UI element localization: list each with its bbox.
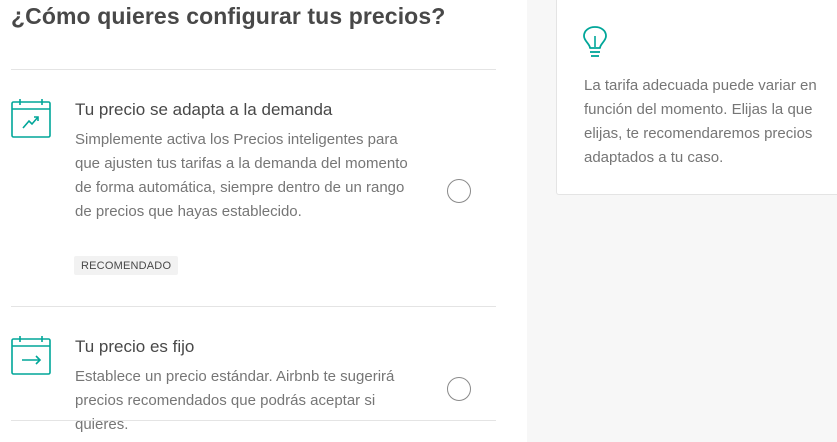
option-fixed-pricing[interactable]: Tu precio es fijo Establece un precio es… xyxy=(11,335,496,442)
page-title: ¿Cómo quieres configurar tus precios? xyxy=(11,3,446,29)
option-description: Establece un precio estándar. Airbnb te … xyxy=(75,368,395,433)
calendar-arrow-icon xyxy=(11,336,51,375)
option-description: Simplemente activa los Precios inteligen… xyxy=(75,131,408,220)
lightbulb-icon xyxy=(583,26,607,57)
divider xyxy=(11,69,496,70)
recommended-badge: RECOMENDADO xyxy=(74,256,179,275)
option-title: Tu precio se adapta a la demanda xyxy=(75,100,333,119)
calendar-trend-icon xyxy=(11,99,51,138)
option-radio[interactable] xyxy=(447,179,471,203)
divider xyxy=(11,306,496,307)
divider xyxy=(11,420,496,421)
tip-text: La tarifa adecuada puede variar en funci… xyxy=(584,77,817,166)
option-radio[interactable] xyxy=(447,377,471,401)
option-title: Tu precio es fijo xyxy=(75,337,195,356)
tip-card: La tarifa adecuada puede variar en funci… xyxy=(556,0,837,195)
option-dynamic-pricing[interactable]: Tu precio se adapta a la demanda Simplem… xyxy=(11,98,496,288)
